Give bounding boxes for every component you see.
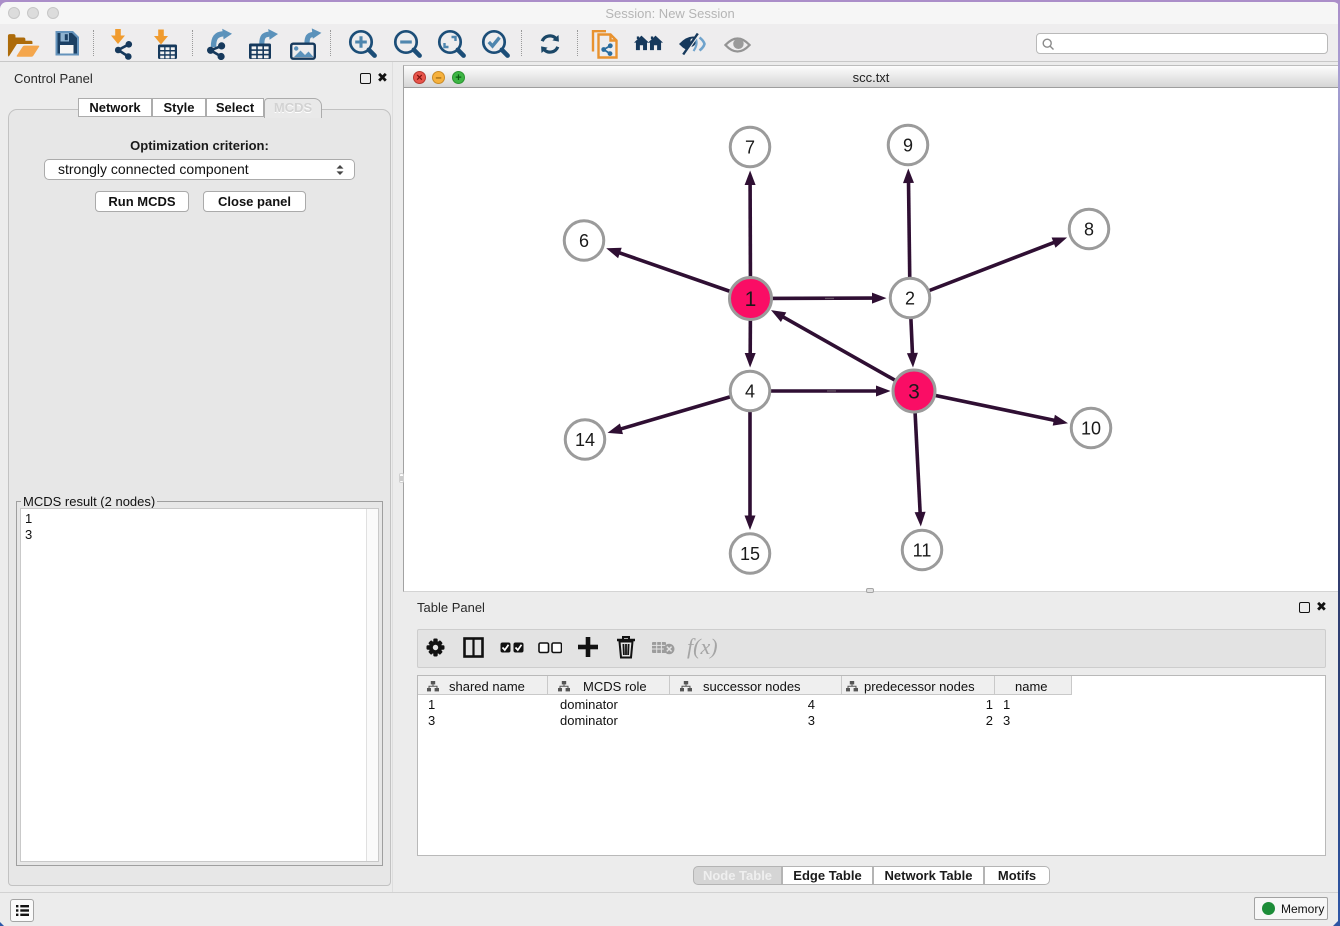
svg-text:8: 8 — [1084, 220, 1094, 240]
svg-text:3: 3 — [908, 381, 920, 404]
svg-text:2: 2 — [905, 289, 915, 309]
svg-text:1: 1 — [745, 288, 757, 311]
svg-text:6: 6 — [579, 231, 589, 251]
svg-text:11: 11 — [913, 541, 932, 561]
svg-text:10: 10 — [1081, 419, 1101, 439]
svg-text:15: 15 — [740, 544, 760, 564]
svg-text:7: 7 — [745, 138, 755, 158]
svg-text:9: 9 — [903, 136, 913, 156]
svg-text:14: 14 — [575, 430, 595, 450]
svg-text:4: 4 — [745, 382, 755, 402]
